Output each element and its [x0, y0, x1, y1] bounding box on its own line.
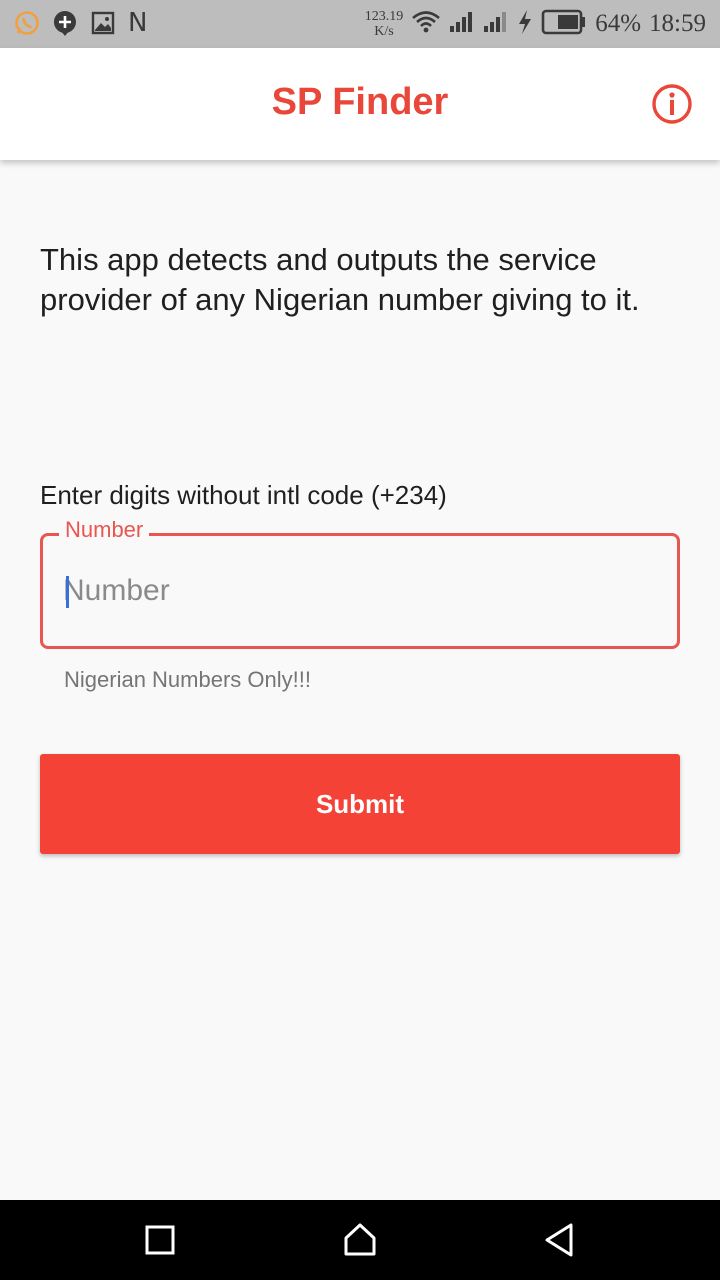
chat-plus-icon	[52, 8, 78, 38]
app-title: SP Finder	[271, 81, 449, 123]
clock: 18:59	[649, 10, 706, 37]
navigation-bar	[0, 1200, 720, 1280]
app-bar: SP Finder	[0, 48, 720, 160]
signal-icon	[449, 10, 475, 39]
battery-percent: 64%	[595, 10, 642, 37]
number-field[interactable]: Number	[40, 517, 680, 649]
recents-icon	[145, 1225, 175, 1255]
network-speed-unit: K/s	[374, 24, 394, 39]
network-speed-value: 123.19	[364, 9, 404, 24]
n-icon: N	[128, 8, 148, 38]
charging-icon	[517, 9, 533, 40]
input-instruction-label: Enter digits without intl code (+234)	[40, 480, 447, 510]
notification-icons: N	[14, 8, 147, 38]
system-indicators: 123.19 K/s 64% 18:59	[365, 6, 706, 42]
signal-icon	[483, 10, 509, 39]
image-icon	[90, 8, 116, 38]
text-cursor	[66, 576, 69, 608]
number-input[interactable]	[63, 568, 653, 614]
number-helper-text: Nigerian Numbers Only!!!	[64, 667, 311, 692]
home-button[interactable]	[340, 1220, 380, 1260]
battery-icon	[541, 9, 587, 40]
back-button[interactable]	[540, 1220, 580, 1260]
back-icon	[545, 1223, 573, 1257]
info-icon	[652, 84, 692, 124]
intro-text: This app detects and outputs the service…	[40, 242, 640, 317]
home-icon	[344, 1223, 376, 1256]
info-button[interactable]	[650, 82, 694, 126]
whatsapp-icon	[14, 8, 40, 38]
submit-button[interactable]: Submit	[40, 754, 680, 854]
network-speed: 123.19 K/s	[365, 9, 404, 39]
recents-button[interactable]	[140, 1220, 180, 1260]
wifi-icon	[411, 10, 441, 39]
status-bar: N 123.19 K/s 64% 18:59	[0, 0, 720, 48]
number-field-label: Number	[59, 517, 150, 543]
